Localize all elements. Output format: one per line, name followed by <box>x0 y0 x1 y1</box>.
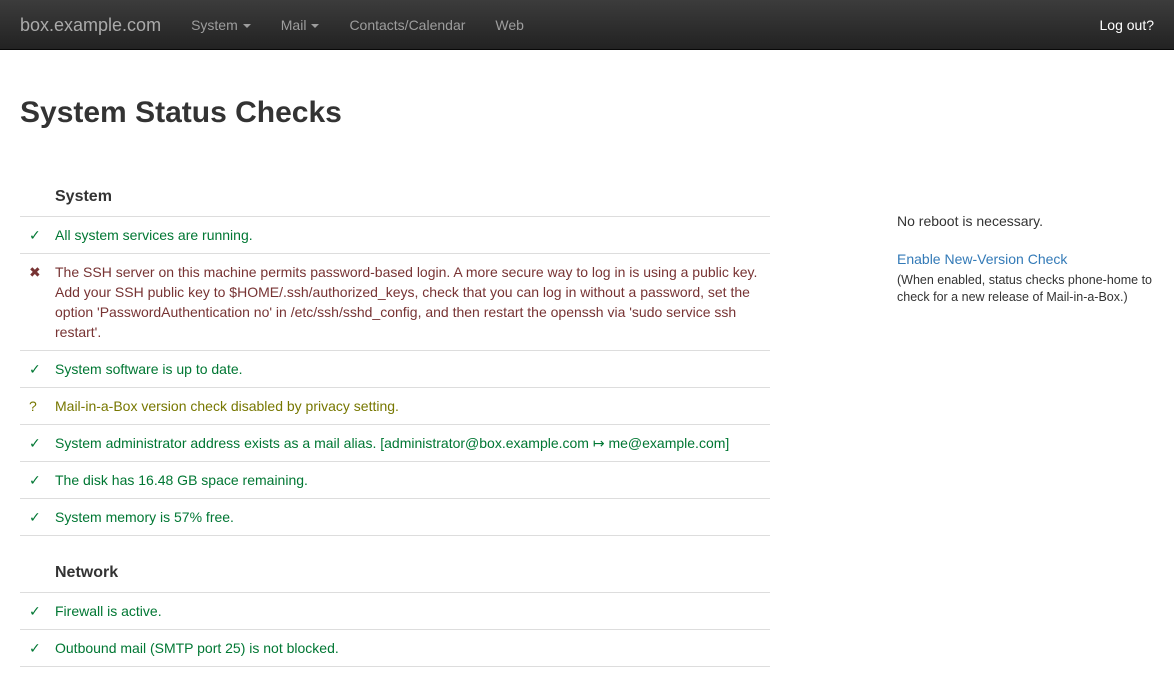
status-check-text: Firewall is active. <box>55 593 770 630</box>
status-check-text: System administrator address exists as a… <box>55 425 770 462</box>
status-check-text: The disk has 16.48 GB space remaining. <box>55 462 770 499</box>
status-check-row: ✓System administrator address exists as … <box>20 425 770 462</box>
check-icon: ✓ <box>20 499 55 536</box>
nav-item-system[interactable]: System <box>176 0 266 50</box>
status-check-row: ✓System memory is 57% free. <box>20 499 770 536</box>
status-checks-table: System✓All system services are running.✖… <box>20 160 770 667</box>
sidebar: No reboot is necessary. Enable New-Versi… <box>897 212 1155 306</box>
check-icon: ✓ <box>20 217 55 254</box>
main-column: System Status Checks System✓All system s… <box>20 96 770 667</box>
status-check-text: System memory is 57% free. <box>55 499 770 536</box>
nav-item-mail[interactable]: Mail <box>266 0 335 50</box>
nav-item-web[interactable]: Web <box>480 0 539 50</box>
check-icon: ✓ <box>20 425 55 462</box>
status-check-row: ✓The disk has 16.48 GB space remaining. <box>20 462 770 499</box>
status-check-text: Mail-in-a-Box version check disabled by … <box>55 388 770 425</box>
top-navbar: box.example.com SystemMailContacts/Calen… <box>0 0 1174 50</box>
section-heading-row: System <box>20 160 770 217</box>
status-check-row: ✓System software is up to date. <box>20 351 770 388</box>
status-check-row: ✖The SSH server on this machine permits … <box>20 254 770 351</box>
navbar-menu: SystemMailContacts/CalendarWeb <box>176 0 539 50</box>
status-check-text: All system services are running. <box>55 217 770 254</box>
version-check-note: (When enabled, status checks phone-home … <box>897 272 1155 306</box>
status-check-text: System software is up to date. <box>55 351 770 388</box>
section-heading: Network <box>20 536 770 593</box>
section-heading-row: Network <box>20 536 770 593</box>
enable-version-check-link[interactable]: Enable New-Version Check <box>897 250 1067 268</box>
status-check-text: Outbound mail (SMTP port 25) is not bloc… <box>55 630 770 667</box>
reboot-status: No reboot is necessary. <box>897 212 1155 230</box>
section-heading: System <box>20 160 770 217</box>
page-container: System Status Checks System✓All system s… <box>0 96 1174 667</box>
version-check-block: Enable New-Version Check (When enabled, … <box>897 250 1155 306</box>
page-title: System Status Checks <box>20 96 770 129</box>
question-icon: ? <box>20 388 55 425</box>
check-icon: ✓ <box>20 462 55 499</box>
chevron-down-icon <box>311 24 319 28</box>
x-icon: ✖ <box>20 254 55 351</box>
status-check-row: ?Mail-in-a-Box version check disabled by… <box>20 388 770 425</box>
check-icon: ✓ <box>20 351 55 388</box>
check-icon: ✓ <box>20 593 55 630</box>
navbar-brand[interactable]: box.example.com <box>0 0 176 50</box>
chevron-down-icon <box>243 24 251 28</box>
status-check-row: ✓Firewall is active. <box>20 593 770 630</box>
check-icon: ✓ <box>20 630 55 667</box>
status-check-text: The SSH server on this machine permits p… <box>55 254 770 351</box>
logout-link[interactable]: Log out? <box>1080 0 1174 50</box>
nav-item-contacts-calendar[interactable]: Contacts/Calendar <box>334 0 480 50</box>
status-check-row: ✓All system services are running. <box>20 217 770 254</box>
status-check-row: ✓Outbound mail (SMTP port 25) is not blo… <box>20 630 770 667</box>
